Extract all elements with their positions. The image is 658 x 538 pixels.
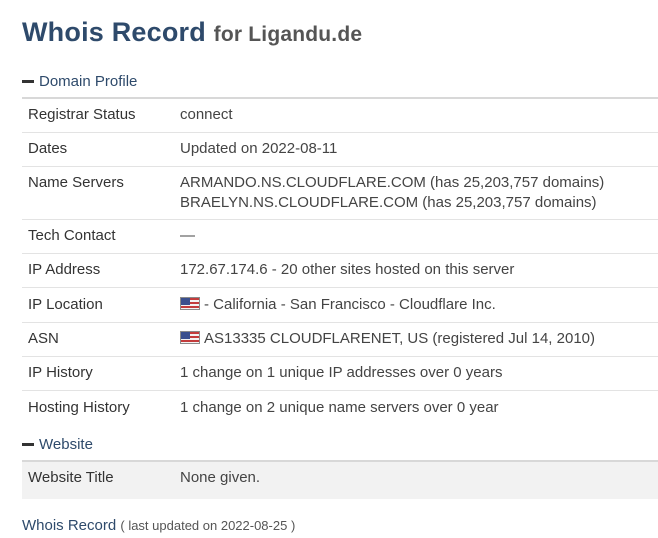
ip-address-value: 172.67.174.6 - 20 other sites hosted on …	[174, 253, 658, 288]
domain-profile-heading: Domain Profile	[39, 72, 138, 90]
ip-location-cell: - California - San Francisco - Cloudflar…	[174, 287, 658, 323]
table-row: ASN AS13335 CLOUDFLARENET, US (registere…	[22, 322, 658, 357]
table-row: Dates Updated on 2022-08-11	[22, 132, 658, 167]
table-row: IP History 1 change on 1 unique IP addre…	[22, 356, 658, 391]
website-table: Website Title None given.	[22, 460, 658, 499]
registrar-status-label: Registrar Status	[22, 98, 174, 133]
ip-location-value: - California - San Francisco - Cloudflar…	[204, 296, 496, 313]
ip-history-value: 1 change on 1 unique IP addresses over 0…	[174, 356, 658, 391]
table-row: Name Servers ARMANDO.NS.CLOUDFLARE.COM (…	[22, 166, 658, 220]
tech-contact-label: Tech Contact	[22, 219, 174, 254]
page-title-main: Whois Record	[22, 17, 206, 47]
whois-page: Whois Record for Ligandu.de Domain Profi…	[22, 14, 658, 534]
registrar-status-value: connect	[174, 98, 658, 133]
us-flag-icon	[180, 331, 200, 344]
asn-label: ASN	[22, 322, 174, 357]
website-heading: Website	[39, 435, 93, 453]
hosting-history-value: 1 change on 2 unique name servers over 0…	[180, 399, 499, 416]
page-title: Whois Record for Ligandu.de	[22, 14, 658, 53]
name-server-1: ARMANDO.NS.CLOUDFLARE.COM (has 25,203,75…	[180, 174, 605, 191]
ip-address-label: IP Address	[22, 253, 174, 288]
website-title-label: Website Title	[22, 461, 174, 499]
domain-profile-toggle[interactable]: Domain Profile	[22, 71, 658, 91]
website-toggle[interactable]: Website	[22, 434, 658, 454]
table-row: Website Title None given.	[22, 461, 658, 499]
dates-value: Updated on 2022-08-11	[174, 132, 658, 167]
footer: Whois Record ( last updated on 2022-08-2…	[22, 517, 658, 534]
collapse-minus-icon	[22, 442, 34, 446]
table-row: IP Location - California - San Francisco…	[22, 287, 658, 323]
domain-profile-table: Registrar Status connect Dates Updated o…	[22, 97, 658, 424]
name-servers-label: Name Servers	[22, 166, 174, 220]
tech-contact-value: —	[174, 219, 658, 254]
table-row: Registrar Status connect	[22, 98, 658, 133]
whois-record-link[interactable]: Whois Record	[22, 517, 116, 534]
table-row: IP Address 172.67.174.6 - 20 other sites…	[22, 253, 658, 288]
ip-history-label: IP History	[22, 356, 174, 391]
us-flag-icon	[180, 297, 200, 310]
dates-label: Dates	[22, 132, 174, 167]
asn-value: AS13335 CLOUDFLARENET, US (registered Ju…	[204, 330, 596, 347]
table-row: Hosting History 1 change on 2 unique nam…	[22, 391, 658, 425]
website-title-value: None given.	[174, 461, 658, 499]
collapse-minus-icon	[22, 79, 34, 83]
table-row: Tech Contact —	[22, 219, 658, 254]
name-server-2: BRAELYN.NS.CLOUDFLARE.COM (has 25,203,75…	[180, 194, 597, 211]
ip-location-label: IP Location	[22, 287, 174, 323]
asn-cell: AS13335 CLOUDFLARENET, US (registered Ju…	[174, 322, 658, 357]
last-updated-note: ( last updated on 2022-08-25 )	[120, 518, 296, 533]
name-servers-value: ARMANDO.NS.CLOUDFLARE.COM (has 25,203,75…	[174, 166, 658, 220]
hosting-history-label: Hosting History	[28, 399, 130, 416]
page-title-domain: for Ligandu.de	[213, 23, 363, 46]
